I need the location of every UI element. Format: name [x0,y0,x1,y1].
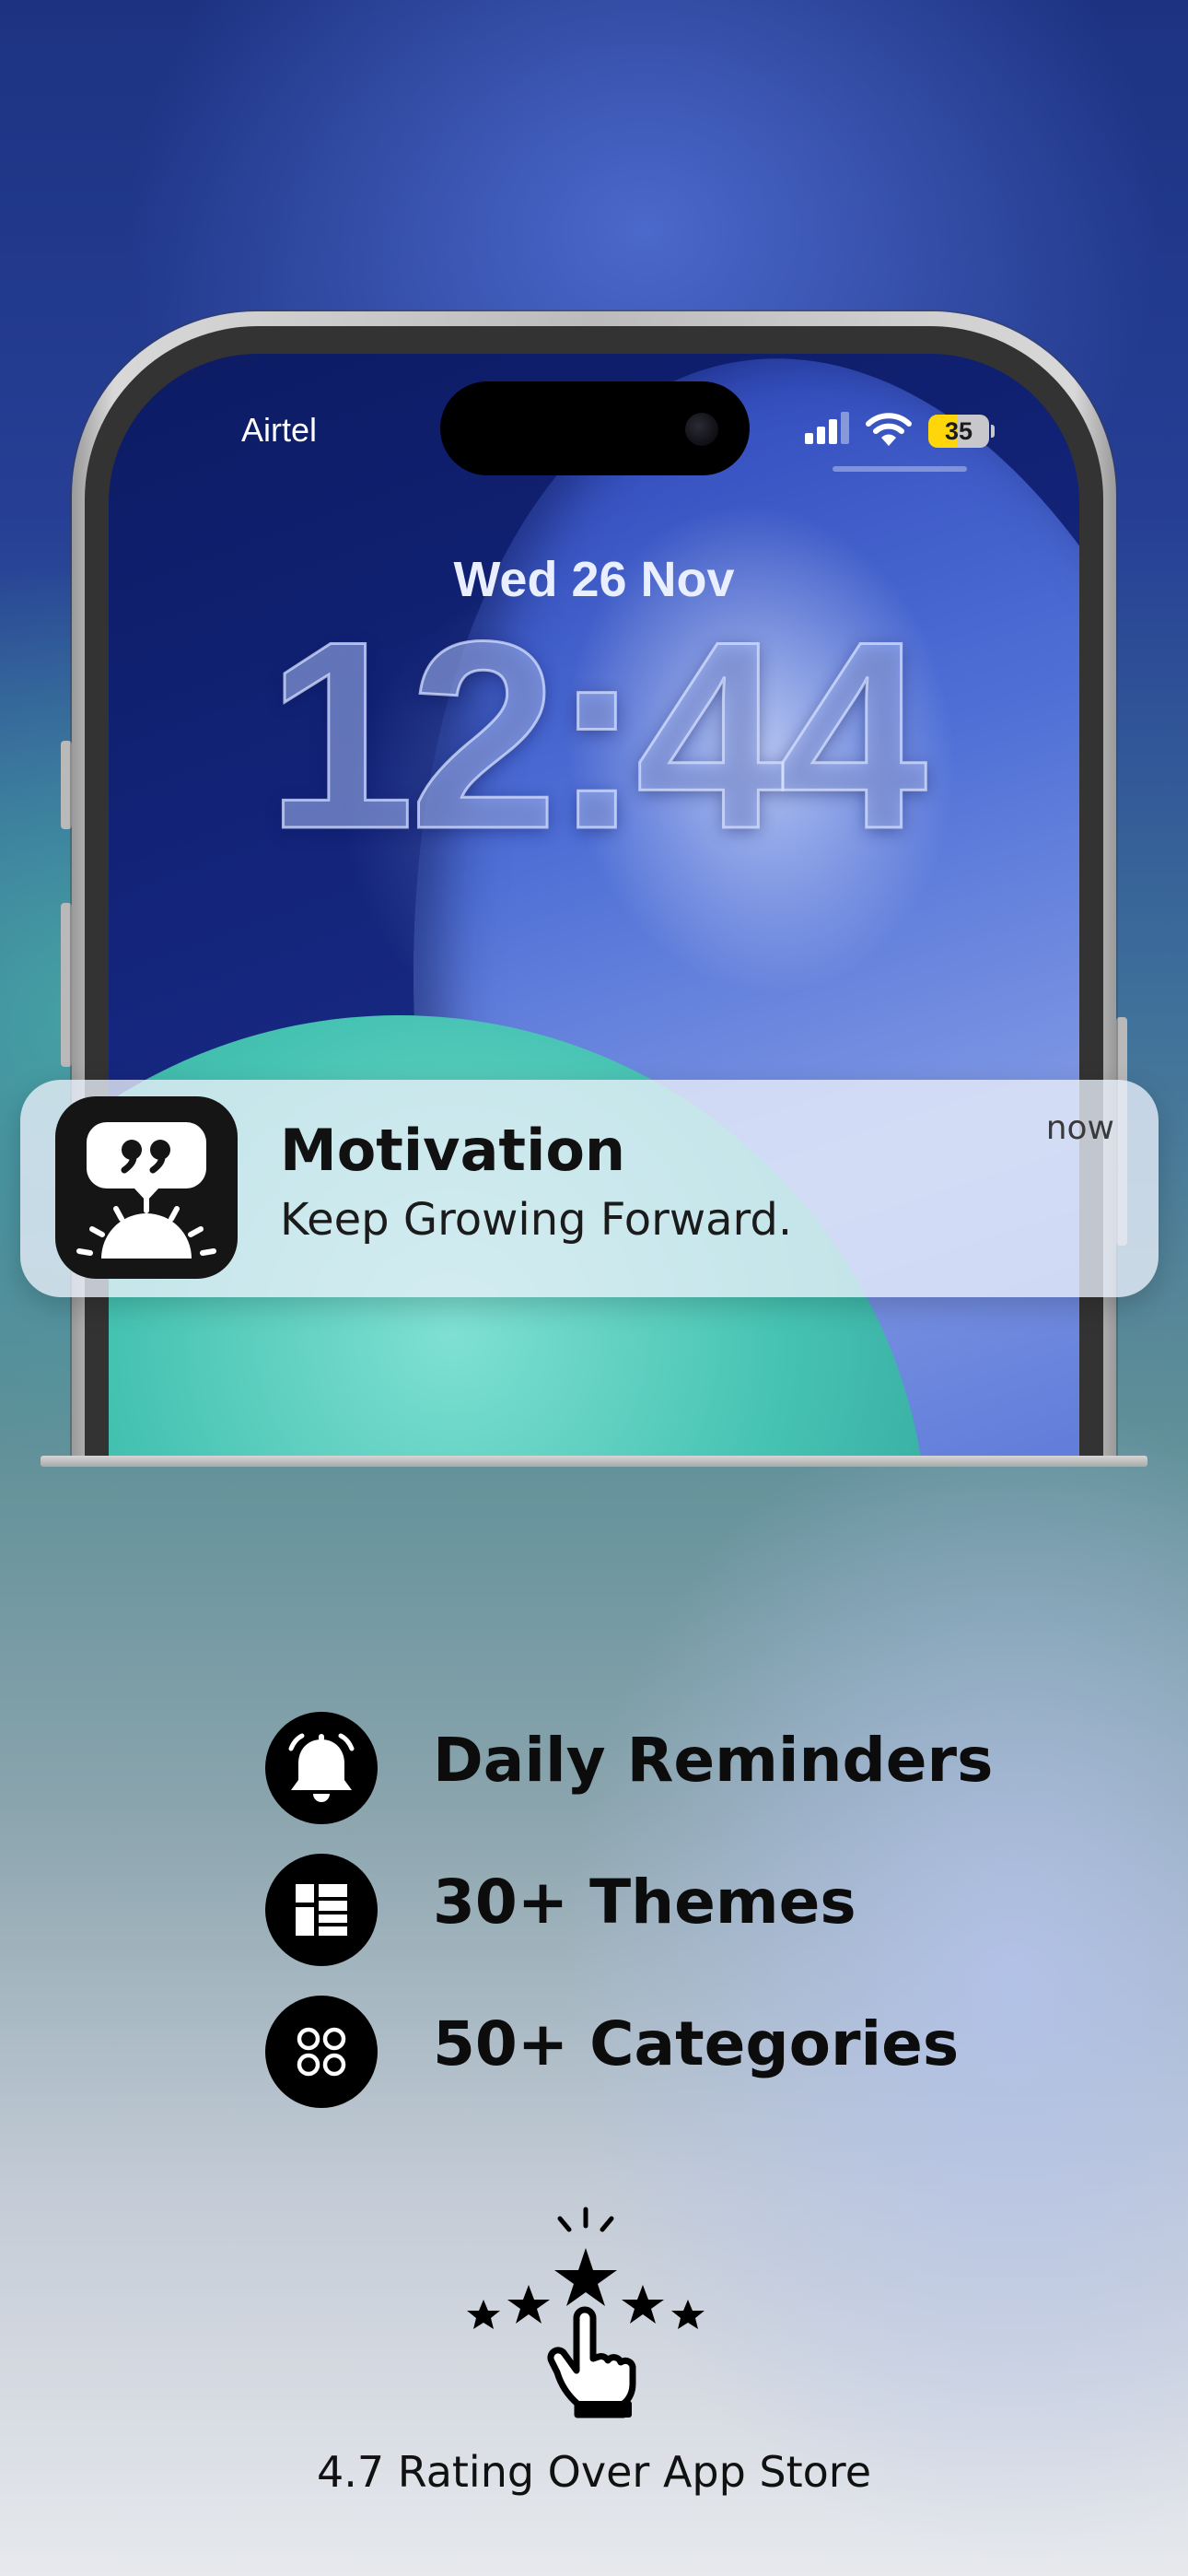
rating-text: 4.7 Rating Over App Store [316,2447,872,2497]
themes-grid-icon [265,1854,378,1966]
dynamic-island [440,381,750,475]
phone-volume-button [61,903,72,1067]
feature-label: 50+ Categories [433,2008,960,2079]
notification-time: now [1045,1109,1114,1147]
battery-icon: 35 [928,415,989,448]
feature-label: 30+ Themes [433,1867,856,1938]
lock-screen-handle [833,466,967,472]
notification-card[interactable]: Motivation Keep Growing Forward. now [20,1080,1159,1297]
signal-icon [805,412,849,444]
notification-body: Keep Growing Forward. [280,1194,793,1246]
lock-screen-time: 12:44 [265,586,929,884]
categories-icon [265,1996,378,2108]
stars-tap-icon [467,2207,705,2418]
feature-label: Daily Reminders [433,1725,994,1796]
quote-sunrise-icon [55,1096,238,1279]
bell-icon [265,1712,378,1824]
front-camera [685,413,718,446]
wifi-icon [866,413,912,446]
battery-tip [991,425,995,438]
carrier-name: Airtel [241,411,318,449]
phone-crop-edge [41,1456,1147,1467]
notification-title: Motivation [280,1117,626,1184]
